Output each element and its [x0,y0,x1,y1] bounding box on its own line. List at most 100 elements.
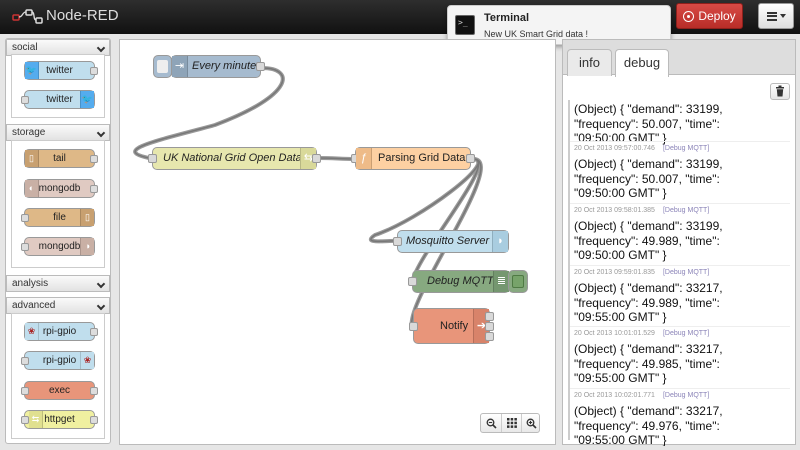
palette-node-file[interactable]: file ▯ [21,208,95,227]
raspberry-pi-icon: ❀ [80,352,94,369]
flow-node-parsing-grid-data[interactable]: ƒ Parsing Grid Data [351,147,475,170]
debug-message[interactable]: 20 Oct 2013 09:59:01.835 [Debug MQTT] (Ob… [568,265,790,325]
output-port [90,387,98,395]
chevron-down-icon [96,301,106,311]
flow-node-mosquitto-server[interactable]: Mosquitto Server ◗ [393,230,509,253]
zoom-in-icon [526,418,537,429]
palette-node-httpget[interactable]: ⇆ httpget [21,410,98,429]
category-label: social [12,42,38,53]
palette-node-mongodb-out[interactable]: mongodb ◑ [21,237,95,256]
flow-node-debug-mqtt[interactable]: Debug MQTT ≣ [408,270,510,293]
message-line: (Object) { "demand": 33217, [574,404,723,418]
flow-canvas[interactable]: ⇥ Every minute UK National Grid Open Dat… [119,39,556,445]
debug-message[interactable]: 20 Oct 2013 10:01:01.529 [Debug MQTT] (Ob… [568,326,790,385]
category-label: advanced [12,300,56,311]
zoom-controls [480,413,540,433]
mongodb-icon: ◐ [25,180,39,197]
flow-node-uk-national-grid[interactable]: UK National Grid Open Data ⇆ [148,147,321,170]
message-body: (Object) { "demand": 33217, "frequency":… [574,281,723,325]
output-port-3 [485,332,494,341]
node-label: mongodb [38,241,81,252]
node-label: twitter [46,94,73,105]
message-timestamp: 20 Oct 2013 10:02:01.771 [Debug MQTT] [574,392,710,399]
palette-category-advanced[interactable]: advanced [6,297,110,314]
input-port [21,357,29,365]
debug-message[interactable]: 20 Oct 2013 10:02:01.771 [Debug MQTT] (Ob… [568,388,790,446]
palette-node-twitter-out[interactable]: twitter 🐦 [21,90,95,109]
output-port [90,67,98,75]
message-line: (Object) { "demand": 33199, [574,103,723,116]
toggle-icon [512,275,524,288]
input-port [21,214,29,222]
message-timestamp: 20 Oct 2013 09:59:01.835 [Debug MQTT] [574,269,710,276]
clear-debug-button[interactable] [770,83,790,100]
palette-node-mongodb-in[interactable]: ◐ mongodb [24,179,98,198]
input-port [21,96,29,104]
output-port-1 [485,312,494,321]
message-line: "frequency": 50.007, "time": [574,116,720,131]
message-line: (Object) { "demand": 33199, [574,157,723,171]
palette-node-twitter-in[interactable]: 🐦 twitter [24,61,98,80]
message-line: "09:55:00 GMT" } [574,371,667,385]
node-label: Debug MQTT [427,275,494,287]
notification-text: New UK Smart Grid data ! [484,29,589,39]
notification-title: Terminal [484,12,530,24]
palette-node-tail[interactable]: ▯ tail [24,149,98,168]
palette-category-analysis[interactable]: analysis [6,275,110,292]
zoom-out-button[interactable] [481,414,501,432]
debug-message[interactable]: 20 Oct 2013 09:57:00.746 [Debug MQTT] (Ob… [568,141,790,200]
twitter-icon: 🐦 [80,91,94,108]
flow-node-every-minute[interactable]: ⇥ Every minute [171,55,265,78]
sidebar-splitter[interactable] [568,100,570,440]
flow-node-notify[interactable]: Notify ➔ [409,308,494,344]
node-label: file [53,212,66,223]
message-line: "09:55:00 GMT" } [574,310,667,324]
palette-node-exec[interactable]: exec [21,381,98,400]
twitter-icon: 🐦 [25,62,39,79]
message-body: (Object) { "demand": 33199, "frequency":… [574,103,723,146]
zoom-reset-button[interactable] [501,414,521,432]
grid-icon [506,418,517,428]
message-line: "frequency": 49.989, "time": [574,295,720,310]
input-port [21,387,29,395]
deploy-label: Deploy [698,9,736,23]
palette-category-storage[interactable]: storage [6,124,110,141]
debug-message[interactable]: 20 Oct 2013 09:58:01.385 [Debug MQTT] (Ob… [568,203,790,263]
chevron-down-icon [96,43,106,53]
deploy-button[interactable]: Deploy [676,3,743,29]
message-line: "09:50:00 GMT" } [574,248,667,262]
menu-icon [766,11,777,21]
inject-trigger-button[interactable] [153,55,172,78]
message-timestamp: 20 Oct 2013 09:57:00.746 [Debug MQTT] [574,145,710,152]
main-menu-button[interactable] [758,3,794,29]
node-red-logo-icon [12,9,43,24]
message-timestamp: 20 Oct 2013 10:01:01.529 [Debug MQTT] [574,330,710,337]
node-label: httpget [44,414,75,425]
node-label: twitter [46,65,73,76]
message-line: (Object) { "demand": 33199, [574,219,723,233]
zoom-out-icon [486,418,497,429]
category-label: storage [12,127,46,138]
output-port [90,155,98,163]
deploy-icon [683,10,695,22]
message-body: (Object) { "demand": 33199, "frequency":… [574,219,723,263]
debug-message-list: (Object) { "demand": 33199, "frequency":… [568,103,790,446]
message-line: "frequency": 49.985, "time": [574,356,720,371]
output-port [256,62,265,71]
message-line: "frequency": 49.989, "time": [574,233,720,248]
message-line: "frequency": 50.007, "time": [574,171,720,186]
node-label: mongodb [38,183,81,194]
tab-info[interactable]: info [567,49,612,76]
terminal-icon [455,15,475,35]
node-label: Notify [440,320,469,332]
zoom-in-button[interactable] [521,414,541,432]
input-port [148,154,157,163]
tab-debug[interactable]: debug [615,49,669,77]
node-label: Parsing Grid Data [378,152,466,164]
debug-toggle-button[interactable] [508,270,528,293]
debug-message[interactable]: (Object) { "demand": 33199, "frequency":… [568,103,790,145]
mongodb-icon: ◑ [80,238,94,255]
palette-node-rpi-gpio-out[interactable]: rpi-gpio ❀ [21,351,95,370]
palette-node-rpi-gpio-in[interactable]: ❀ rpi-gpio [24,322,98,341]
node-label: tail [53,153,66,164]
